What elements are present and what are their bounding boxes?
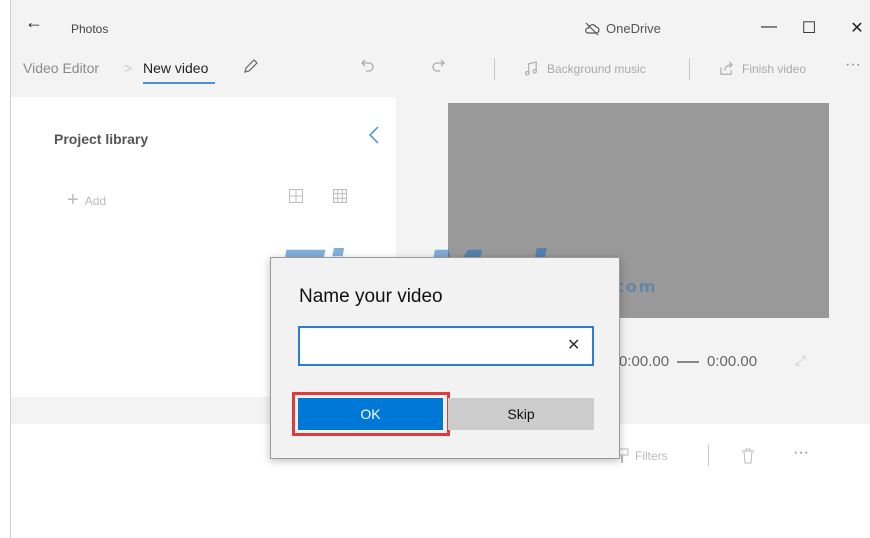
background-music-label: Background music: [547, 61, 646, 76]
music-note-icon: [525, 61, 538, 76]
more-options-icon[interactable]: ···: [845, 56, 861, 74]
share-export-icon: [720, 61, 733, 75]
storyboard-divider: [708, 444, 709, 466]
redo-icon[interactable]: [431, 58, 447, 78]
title-bar: ← Photos OneDrive — ☐ ✕: [11, 0, 870, 44]
undo-icon[interactable]: [359, 58, 375, 78]
skip-button[interactable]: Skip: [448, 398, 594, 430]
onedrive-label: OneDrive: [606, 21, 661, 36]
minimize-button[interactable]: —: [759, 18, 779, 36]
delete-trash-icon[interactable]: [741, 448, 755, 464]
breadcrumb-new-video[interactable]: New video: [143, 60, 208, 76]
plus-icon: +: [67, 189, 79, 211]
filters-button[interactable]: Filters: [615, 448, 668, 464]
cloud-offline-icon: [585, 22, 600, 35]
rename-pencil-icon[interactable]: [243, 58, 259, 78]
onedrive-status[interactable]: OneDrive: [584, 21, 661, 36]
name-video-dialog: Name your video ✕ OK Skip: [270, 257, 620, 459]
playback-timecodes: 0:00.00 0:00.00: [619, 353, 757, 370]
editor-toolbar: Video Editor > New video Background musi…: [11, 48, 870, 88]
storyboard-more-icon[interactable]: ···: [793, 444, 809, 462]
current-time: 0:00.00: [619, 353, 670, 370]
progress-line: [677, 360, 700, 363]
toolbar-divider: [494, 58, 495, 80]
total-time: 0:00.00: [707, 353, 758, 370]
video-name-input[interactable]: [298, 326, 594, 366]
toolbar-divider: [689, 58, 690, 80]
breadcrumb-video-editor[interactable]: Video Editor: [23, 60, 99, 76]
collapse-chevron-left-icon[interactable]: [368, 125, 380, 151]
breadcrumb-separator: >: [124, 60, 133, 76]
add-label: Add: [84, 193, 107, 208]
dialog-heading: Name your video: [299, 286, 443, 307]
maximize-button[interactable]: ☐: [799, 18, 819, 38]
finish-video-button[interactable]: Finish video: [719, 61, 806, 76]
close-button[interactable]: ✕: [847, 18, 867, 38]
small-grid-view-icon[interactable]: [333, 189, 347, 203]
add-media-button[interactable]: + Add: [67, 189, 106, 212]
finish-video-label: Finish video: [742, 61, 807, 76]
app-title: Photos: [71, 22, 109, 36]
ok-button[interactable]: OK: [298, 398, 443, 430]
clear-input-icon[interactable]: ✕: [567, 335, 580, 355]
breadcrumb-active-underline: [143, 82, 215, 84]
expand-fullscreen-icon[interactable]: ⤢: [795, 352, 806, 369]
filters-label: Filters: [635, 449, 668, 463]
project-library-title: Project library: [54, 131, 149, 147]
back-arrow-icon[interactable]: ←: [25, 12, 43, 33]
background-music-button[interactable]: Background music: [524, 61, 646, 76]
large-grid-view-icon[interactable]: [289, 189, 303, 203]
